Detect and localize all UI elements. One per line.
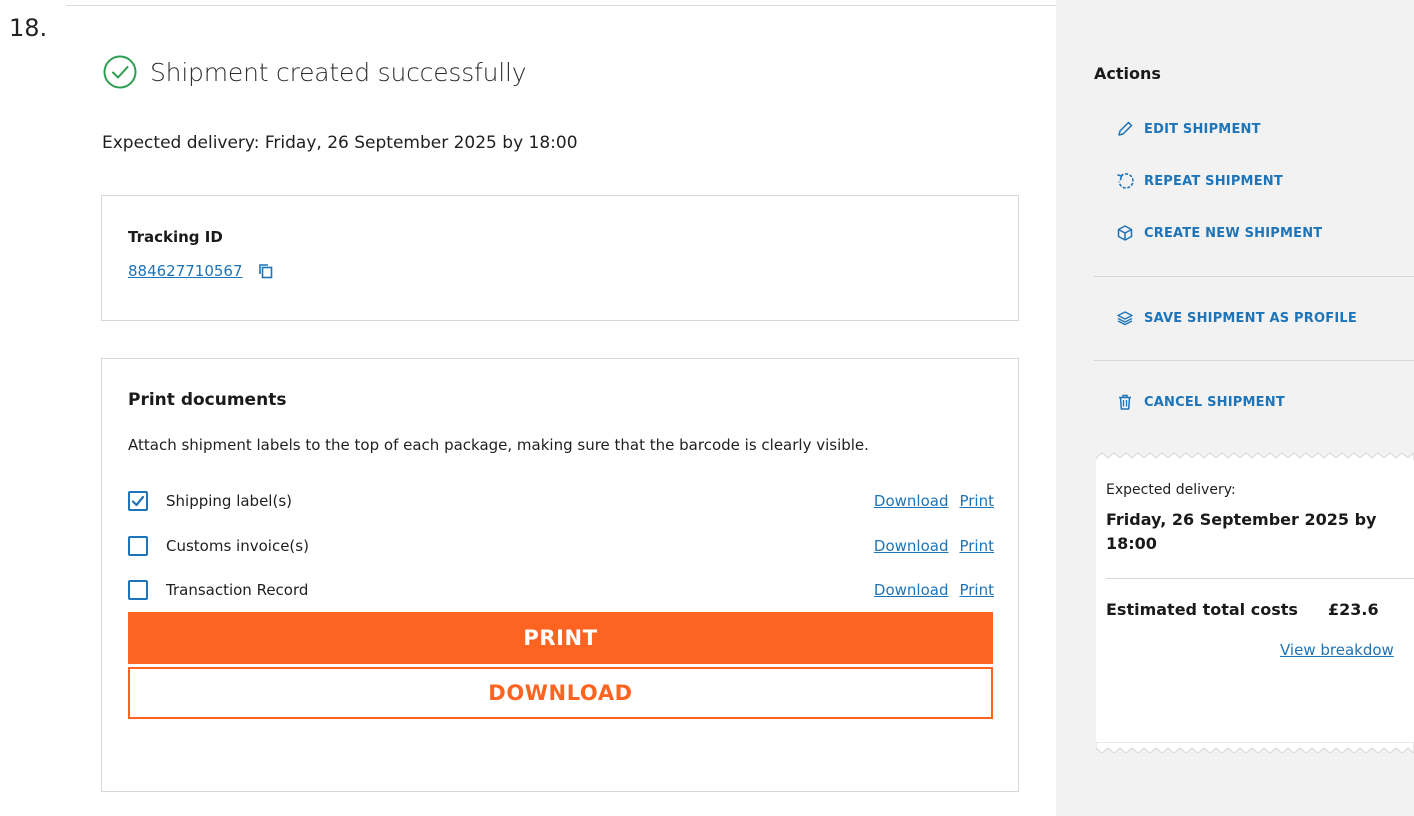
summary-expected-date: Friday, 26 September 2025 by 18:00 [1106, 508, 1414, 556]
expected-delivery-text: Expected delivery: Friday, 26 September … [102, 133, 578, 153]
actions-divider [1094, 276, 1414, 277]
customs-invoice-checkbox[interactable] [128, 536, 148, 556]
estimated-costs-label: Estimated total costs [1106, 600, 1298, 619]
transaction-record-checkbox[interactable] [128, 580, 148, 600]
summary-expected-date-line2: 18:00 [1106, 534, 1157, 553]
print-documents-title: Print documents [128, 390, 287, 410]
estimated-costs-value: £23.6 [1328, 600, 1379, 619]
print-documents-card: Print documents Attach shipment labels t… [101, 358, 1019, 792]
action-label: SAVE SHIPMENT AS PROFILE [1144, 310, 1357, 326]
action-label: CREATE NEW SHIPMENT [1144, 225, 1323, 241]
document-row-transaction-record: Transaction Record Download Print [128, 578, 994, 602]
actions-title: Actions [1094, 64, 1161, 83]
page-title: Shipment created successfully [150, 57, 527, 87]
print-button[interactable]: PRINT [128, 612, 993, 664]
print-documents-description: Attach shipment labels to the top of eac… [128, 436, 869, 454]
document-row-shipping-label: Shipping label(s) Download Print [128, 489, 994, 513]
download-link[interactable]: Download [874, 581, 949, 599]
repeat-icon [1117, 173, 1134, 189]
print-link[interactable]: Print [959, 492, 994, 510]
document-label: Transaction Record [166, 581, 309, 599]
tracking-id-link[interactable]: 884627710567 [128, 262, 243, 280]
step-number: 18. [9, 14, 48, 42]
document-label: Customs invoice(s) [166, 537, 309, 555]
summary-expected-date-line1: Friday, 26 September 2025 by [1106, 510, 1377, 529]
view-breakdown-link[interactable]: View breakdow [1280, 641, 1394, 659]
summary-expected-label: Expected delivery: [1106, 482, 1236, 498]
trash-icon [1119, 394, 1131, 410]
actions-sidebar: Actions EDIT SHIPMENT REPEAT SHIPMENT CR… [1056, 0, 1414, 816]
summary-body: Expected delivery: Friday, 26 September … [1096, 460, 1414, 744]
shipping-label-checkbox[interactable] [128, 491, 148, 511]
tracking-label: Tracking ID [128, 228, 223, 246]
save-shipment-as-profile-action[interactable]: SAVE SHIPMENT AS PROFILE [1116, 309, 1357, 327]
layers-icon [1117, 311, 1133, 326]
cancel-shipment-action[interactable]: CANCEL SHIPMENT [1116, 393, 1285, 411]
summary-divider [1106, 578, 1414, 579]
actions-divider [1094, 360, 1414, 361]
action-label: EDIT SHIPMENT [1144, 121, 1261, 137]
create-new-shipment-action[interactable]: CREATE NEW SHIPMENT [1116, 224, 1322, 242]
document-label: Shipping label(s) [166, 492, 292, 510]
download-button[interactable]: DOWNLOAD [128, 667, 993, 719]
print-link[interactable]: Print [959, 537, 994, 555]
action-label: CANCEL SHIPMENT [1144, 394, 1285, 410]
download-link[interactable]: Download [874, 537, 949, 555]
tracking-row: 884627710567 [128, 262, 275, 280]
repeat-shipment-action[interactable]: REPEAT SHIPMENT [1116, 172, 1283, 190]
print-link[interactable]: Print [959, 581, 994, 599]
receipt-edge-bottom [1096, 742, 1414, 754]
delivery-summary-card: Expected delivery: Friday, 26 September … [1096, 450, 1414, 756]
check-circle-icon [103, 55, 137, 89]
document-row-customs-invoice: Customs invoice(s) Download Print [128, 534, 994, 558]
success-header: Shipment created successfully [102, 54, 527, 90]
top-divider [66, 5, 1056, 6]
download-link[interactable]: Download [874, 492, 949, 510]
copy-icon[interactable] [257, 262, 275, 280]
tracking-card: Tracking ID 884627710567 [101, 195, 1019, 321]
package-icon [1117, 225, 1133, 241]
action-label: REPEAT SHIPMENT [1144, 173, 1283, 189]
edit-shipment-action[interactable]: EDIT SHIPMENT [1116, 120, 1261, 138]
checkmark-icon [131, 495, 145, 507]
pencil-icon [1118, 121, 1133, 136]
